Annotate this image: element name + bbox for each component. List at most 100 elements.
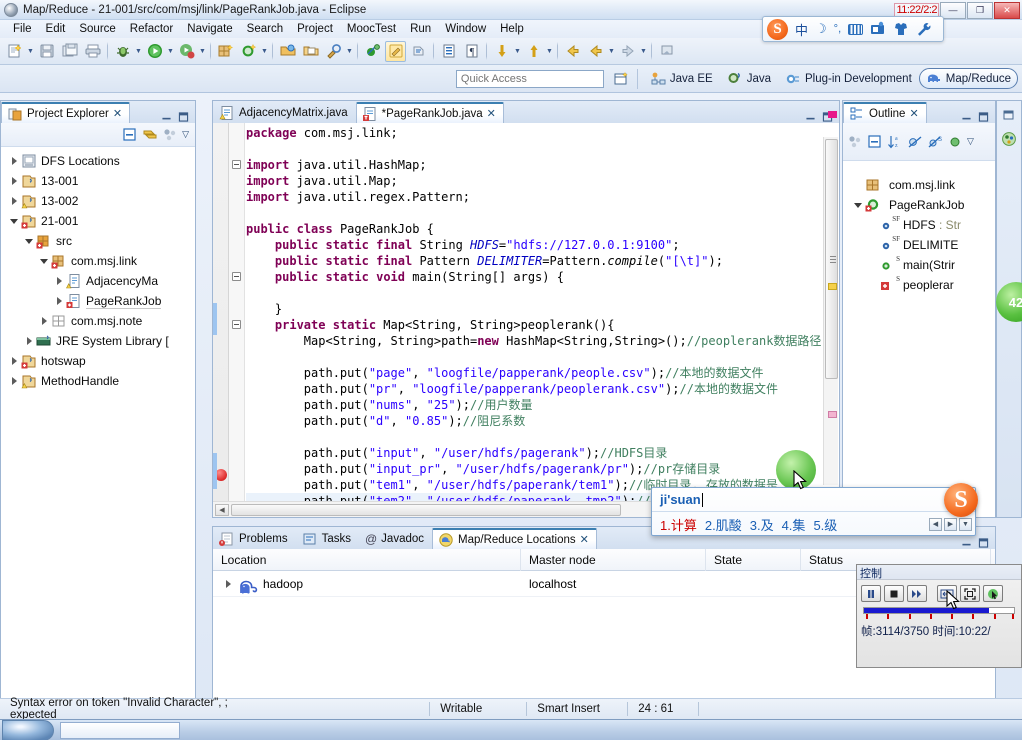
tab-map-reduce-locations[interactable]: Map/Reduce Locations ✕ — [432, 528, 597, 549]
ime-menu-button[interactable]: ▼ — [959, 517, 972, 531]
tree-item-13-002[interactable]: 13-002 — [1, 191, 195, 211]
quick-access-input[interactable] — [455, 69, 604, 88]
tab-javadoc[interactable]: @ Javadoc — [359, 528, 432, 549]
fold-toggle-icon[interactable] — [232, 320, 241, 329]
close-icon[interactable]: ✕ — [487, 107, 496, 120]
menu-source[interactable]: Source — [72, 22, 122, 36]
tab-project-explorer[interactable]: Project Explorer ✕ — [1, 102, 131, 123]
expand-arrow-icon[interactable] — [22, 337, 36, 345]
maximize-button[interactable]: ❐ — [967, 1, 993, 19]
menu-run[interactable]: Run — [403, 22, 438, 36]
expand-arrow-icon[interactable] — [37, 317, 51, 325]
ime-toolbox-icon[interactable] — [870, 21, 886, 37]
cursor-highlight-button[interactable] — [983, 585, 1003, 602]
expand-arrow-icon[interactable] — [52, 297, 66, 305]
ime-candidate-5[interactable]: 5.级 — [813, 515, 837, 534]
tree-item-src[interactable]: src — [1, 231, 195, 251]
code-line[interactable]: path.put("input_pr", "/user/hdfs/pageran… — [246, 461, 822, 477]
fast-forward-button[interactable] — [907, 585, 927, 602]
back-button[interactable] — [562, 41, 583, 62]
column-state[interactable]: State — [706, 548, 801, 571]
overview-warning-marker[interactable] — [828, 283, 837, 290]
ime-skin-icon[interactable] — [893, 21, 909, 37]
menu-navigate[interactable]: Navigate — [180, 22, 239, 36]
code-line[interactable]: path.put("d", "0.85");//阻尼系数 — [246, 413, 822, 429]
ime-wrench-icon[interactable] — [916, 21, 932, 37]
menu-help[interactable]: Help — [493, 22, 531, 36]
expand-arrow-icon[interactable] — [7, 157, 21, 165]
code-line[interactable] — [246, 349, 822, 365]
ime-candidate-4[interactable]: 4.集 — [782, 515, 806, 534]
code-line[interactable]: private static Map<String, String>people… — [246, 317, 822, 333]
tree-item-dfs-locations[interactable]: DFS Locations — [1, 151, 195, 171]
maximize-icon[interactable] — [977, 536, 990, 549]
print-button[interactable] — [82, 41, 103, 62]
tab-outline[interactable]: Outline ✕ — [843, 102, 927, 123]
menu-refactor[interactable]: Refactor — [123, 22, 180, 36]
expand-arrow-icon[interactable] — [52, 277, 66, 285]
code-line[interactable]: import java.util.Map; — [246, 173, 822, 189]
perspective-java[interactable]: Java — [720, 68, 778, 89]
menu-project[interactable]: Project — [290, 22, 340, 36]
project-tree[interactable]: DFS Locations 13-001 13-002 21-001 src com.ms… — [1, 147, 195, 721]
perspective-plugin-development[interactable]: Plug-in Development — [778, 68, 919, 89]
run-coverage-button[interactable] — [176, 41, 197, 62]
editor-vertical-scrollbar[interactable] — [823, 137, 838, 485]
ime-moon-icon[interactable]: ☽ — [815, 21, 827, 37]
code-line[interactable]: import java.util.regex.Pattern; — [246, 189, 822, 205]
tree-item-com-msj-link[interactable]: com.msj.link — [1, 251, 195, 271]
fold-toggle-icon[interactable] — [232, 272, 241, 281]
show-whitespace-button[interactable]: ¶ — [461, 41, 482, 62]
run-button[interactable] — [144, 41, 165, 62]
minimize-icon[interactable] — [160, 110, 173, 123]
collapse-arrow-icon[interactable] — [37, 259, 51, 264]
code-line[interactable]: public class PageRankJob { — [246, 221, 822, 237]
mapreduce-view-icon[interactable] — [999, 129, 1019, 149]
taskbar-item[interactable] — [60, 721, 180, 739]
collapse-all-icon[interactable] — [122, 127, 138, 143]
sort-icon[interactable]: az — [887, 134, 903, 150]
row-expander[interactable] — [221, 580, 235, 588]
restore-view-icon[interactable] — [999, 105, 1019, 125]
editor-body[interactable]: package com.msj.link; import java.util.H… — [213, 111, 839, 517]
code-line[interactable]: path.put("nums", "25");//用户数量 — [246, 397, 822, 413]
new-wizard-button[interactable] — [4, 41, 25, 62]
ime-candidate-popup[interactable]: ji'suan 1.计算 2.肌酸 3.及 4.集 5.级 ◀ ▶ ▼ — [651, 487, 976, 536]
code-line[interactable] — [246, 205, 822, 221]
start-button[interactable] — [2, 719, 54, 740]
forward-button[interactable] — [617, 41, 638, 62]
tab-pagerankjob[interactable]: *PageRankJob.java ✕ — [355, 102, 504, 123]
close-icon[interactable]: ✕ — [113, 107, 122, 120]
code-line[interactable]: public static final String HDFS="hdfs://… — [246, 237, 822, 253]
minimize-icon[interactable] — [960, 536, 973, 549]
code-line[interactable] — [246, 285, 822, 301]
recorder-progress-bar[interactable] — [863, 607, 1015, 614]
pause-button[interactable] — [861, 585, 881, 602]
previous-annotation-dropdown[interactable]: ▼ — [545, 41, 554, 62]
run-dropdown[interactable]: ▼ — [166, 41, 175, 62]
column-location[interactable]: Location — [213, 548, 521, 571]
focus-icon[interactable] — [162, 127, 178, 143]
fold-toggle-icon[interactable] — [232, 160, 241, 169]
menu-mooctest[interactable]: MoocTest — [340, 22, 403, 36]
expand-arrow-icon[interactable] — [7, 197, 21, 205]
outline-tree[interactable]: com.msj.link PageRankJob SF HDFS : Str SF DEL… — [843, 161, 995, 295]
tab-tasks[interactable]: Tasks — [296, 528, 359, 549]
link-with-editor-icon[interactable] — [142, 127, 158, 143]
hscrollbar-thumb[interactable] — [231, 504, 621, 516]
tab-adjacencymatrix[interactable]: AdjacencyMatrix.java — [213, 102, 356, 123]
debug-dropdown[interactable]: ▼ — [134, 41, 143, 62]
ime-punctuation-icon[interactable]: °, — [834, 23, 841, 35]
expand-arrow-icon[interactable] — [7, 177, 21, 185]
code-line[interactable]: public static final Pattern DELIMITER=Pa… — [246, 253, 822, 269]
minimize-icon[interactable] — [960, 110, 973, 123]
tree-item-com-msj-note[interactable]: com.msj.note — [1, 311, 195, 331]
collapse-all-icon[interactable] — [867, 134, 883, 150]
pin-editor-button[interactable] — [656, 41, 677, 62]
collapse-arrow-icon[interactable] — [7, 219, 21, 224]
new-java-package-button[interactable] — [215, 41, 236, 62]
scroll-left-arrow[interactable]: ◀ — [215, 504, 229, 516]
restore-last-selection-button[interactable] — [408, 41, 429, 62]
ime-candidate-1[interactable]: 1.计算 — [660, 515, 697, 534]
save-all-button[interactable] — [59, 41, 80, 62]
